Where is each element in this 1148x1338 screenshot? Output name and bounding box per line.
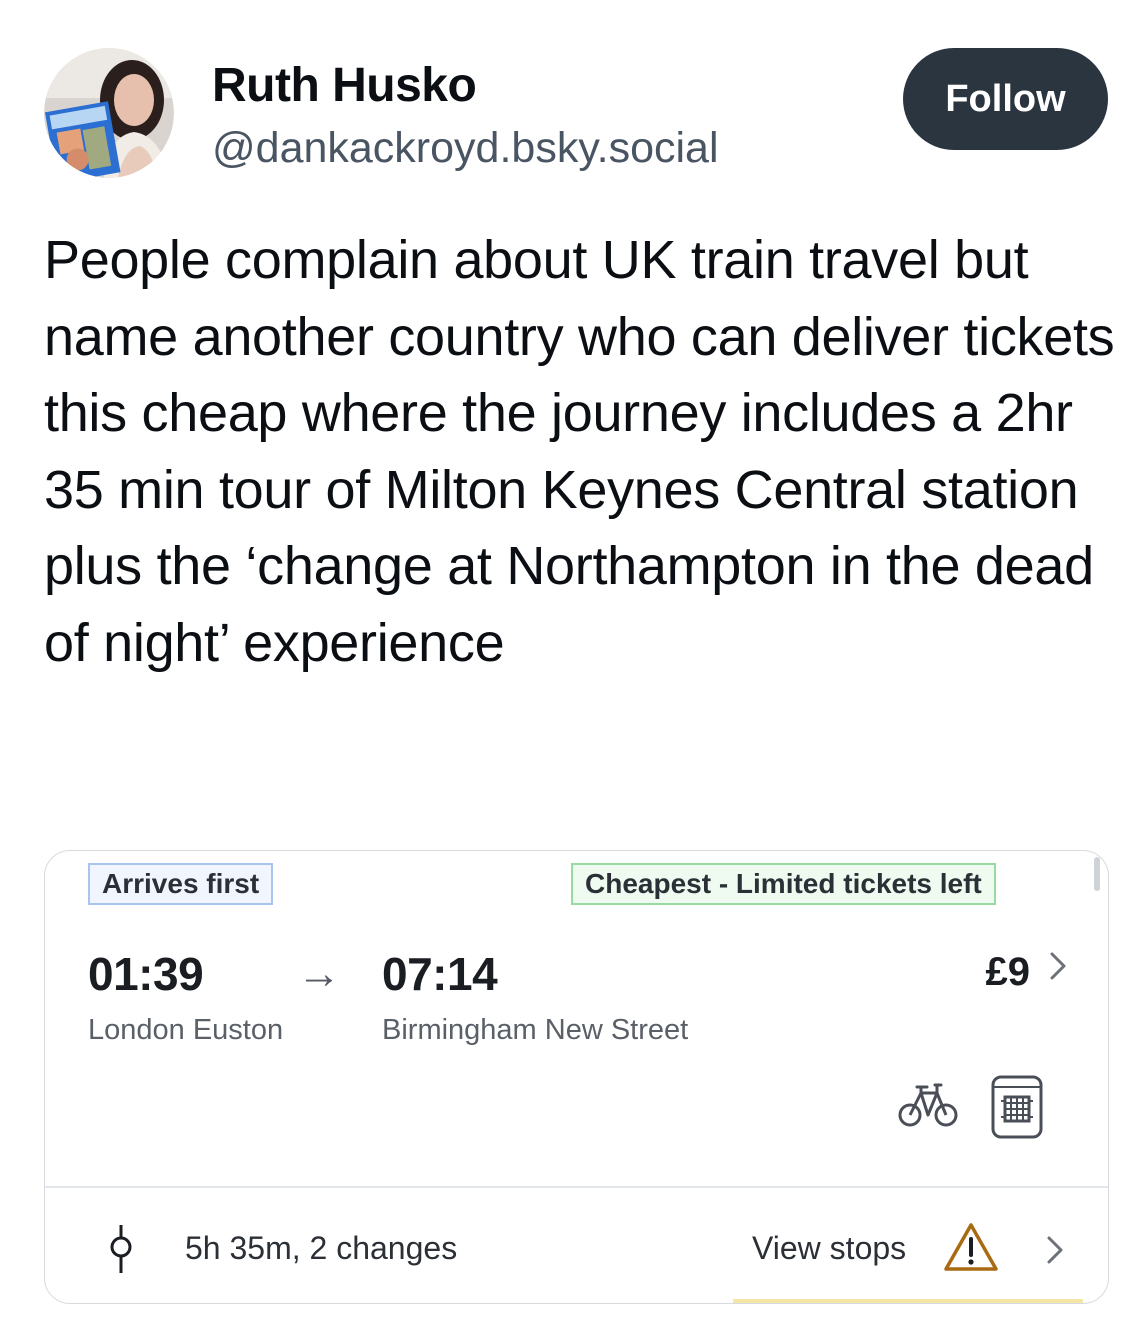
bike-icon (898, 1083, 958, 1127)
departure-station: London Euston (88, 1014, 284, 1046)
arrival-station: Birmingham New Street (382, 1014, 689, 1046)
chevron-right-icon[interactable] (1043, 1231, 1067, 1269)
profile-photo-icon (44, 48, 174, 178)
arrival-time: 07:14 (382, 948, 498, 1000)
display-name[interactable]: Ruth Husko (212, 58, 477, 114)
cheapest-badge: Cheapest - Limited tickets left (571, 863, 996, 905)
arrives-first-badge: Arrives first (88, 863, 274, 905)
warning-icon[interactable] (943, 1221, 999, 1273)
seat-reservation-icon (991, 1075, 1043, 1139)
scrollbar (1094, 857, 1100, 891)
follow-button[interactable]: Follow (903, 48, 1108, 150)
journey-summary: 5h 35m, 2 changes (185, 1230, 458, 1266)
author-handle[interactable]: @dankackroyd.bsky.social (212, 120, 719, 176)
journey-arrow: → (297, 949, 341, 998)
route-stops-icon (110, 1225, 132, 1273)
avatar[interactable] (44, 48, 174, 178)
departure-time: 01:39 (88, 948, 204, 1000)
ticket-price[interactable]: £9 (986, 944, 1031, 1000)
embedded-image-card[interactable]: Arrives first Cheapest - Limited tickets… (44, 850, 1109, 1304)
divider (45, 1186, 1108, 1188)
view-stops-link[interactable]: View stops (752, 1230, 906, 1267)
highlight-strip (733, 1299, 1083, 1303)
chevron-right-icon[interactable] (1046, 946, 1070, 986)
post-text: People complain about UK train travel bu… (44, 230, 1115, 673)
